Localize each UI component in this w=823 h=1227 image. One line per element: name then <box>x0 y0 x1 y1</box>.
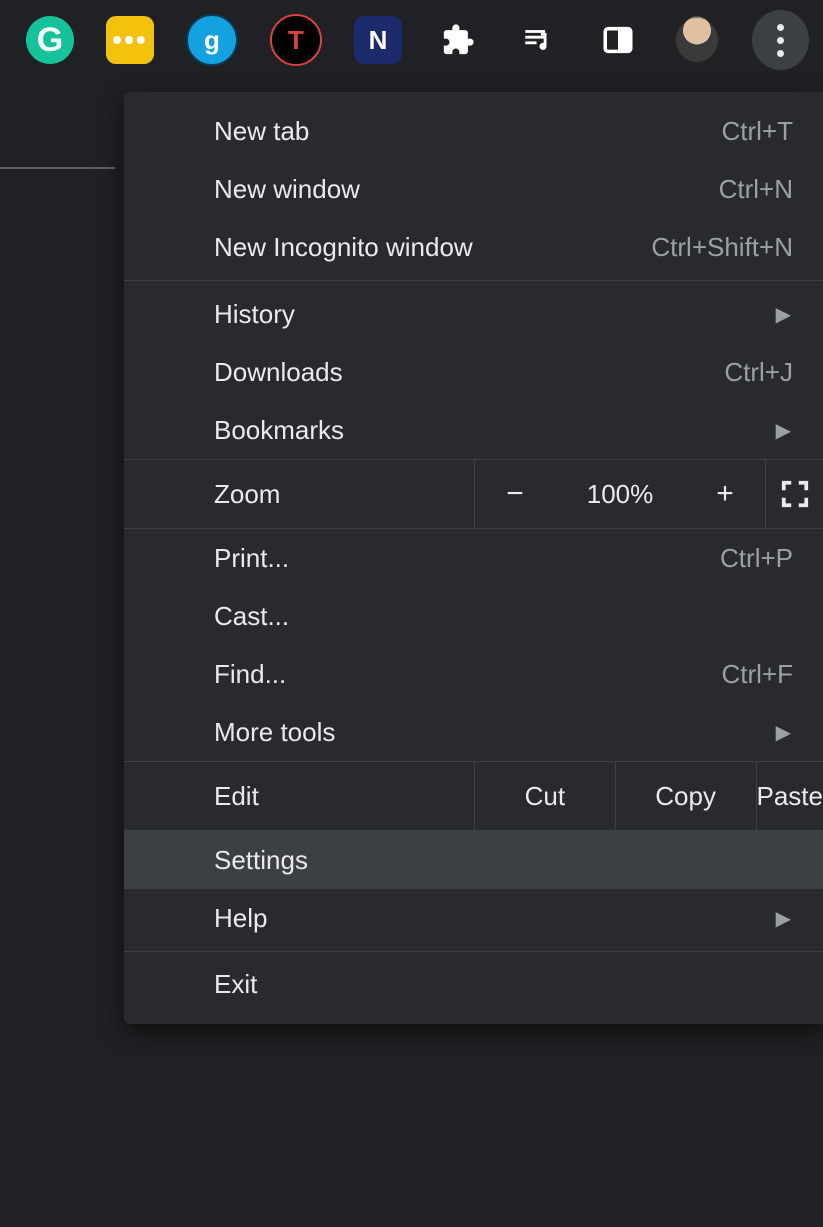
extension-t-icon[interactable]: T <box>270 14 322 66</box>
media-controls-icon[interactable] <box>514 16 562 64</box>
menu-item-exit[interactable]: Exit <box>124 956 823 1024</box>
extension-grammarly-icon[interactable]: G <box>26 16 74 64</box>
menu-shortcut: Ctrl+F <box>722 659 794 690</box>
menu-item-zoom: Zoom − 100% + <box>124 459 823 529</box>
chrome-main-menu: New tab Ctrl+T New window Ctrl+N New Inc… <box>124 92 823 1024</box>
extension-g-icon[interactable]: g <box>186 14 238 66</box>
menu-label: Settings <box>214 845 793 876</box>
zoom-out-button[interactable]: − <box>474 460 555 528</box>
more-menu-button[interactable] <box>752 10 809 70</box>
zoom-value: 100% <box>555 460 685 528</box>
menu-item-bookmarks[interactable]: Bookmarks ▶ <box>124 401 823 459</box>
menu-item-more-tools[interactable]: More tools ▶ <box>124 703 823 761</box>
zoom-label: Zoom <box>124 479 474 510</box>
extension-yellow-icon[interactable]: ••• <box>106 16 154 64</box>
menu-label: History <box>214 299 793 330</box>
menu-label: New window <box>214 174 719 205</box>
menu-item-new-incognito[interactable]: New Incognito window Ctrl+Shift+N <box>124 218 823 276</box>
menu-item-downloads[interactable]: Downloads Ctrl+J <box>124 343 823 401</box>
profile-avatar[interactable] <box>674 16 720 64</box>
edit-cut-button[interactable]: Cut <box>474 762 615 830</box>
menu-separator <box>124 280 823 281</box>
kebab-dot-icon <box>777 50 784 57</box>
menu-label: Help <box>214 903 793 934</box>
kebab-dot-icon <box>777 37 784 44</box>
menu-label: Bookmarks <box>214 415 793 446</box>
kebab-dot-icon <box>777 24 784 31</box>
menu-item-help[interactable]: Help ▶ <box>124 889 823 947</box>
menu-shortcut: Ctrl+J <box>724 357 793 388</box>
menu-shortcut: Ctrl+N <box>719 174 793 205</box>
menu-label: Cast... <box>214 601 793 632</box>
chevron-right-icon: ▶ <box>776 906 791 931</box>
menu-label: New tab <box>214 116 722 147</box>
menu-item-find[interactable]: Find... Ctrl+F <box>124 645 823 703</box>
fullscreen-button[interactable] <box>765 460 823 528</box>
zoom-in-button[interactable]: + <box>685 460 765 528</box>
menu-shortcut: Ctrl+Shift+N <box>651 232 793 263</box>
fullscreen-icon <box>780 479 810 509</box>
menu-label: Find... <box>214 659 722 690</box>
menu-item-print[interactable]: Print... Ctrl+P <box>124 529 823 587</box>
menu-item-cast[interactable]: Cast... <box>124 587 823 645</box>
toolbar-underline <box>0 167 115 169</box>
browser-toolbar: G ••• g T N <box>0 0 823 80</box>
menu-item-edit: Edit Cut Copy Paste <box>124 761 823 831</box>
menu-label: New Incognito window <box>214 232 651 263</box>
extension-n-icon[interactable]: N <box>354 16 402 64</box>
side-panel-icon[interactable] <box>594 16 642 64</box>
menu-shortcut: Ctrl+P <box>720 543 793 574</box>
chevron-right-icon: ▶ <box>776 302 791 327</box>
menu-item-new-tab[interactable]: New tab Ctrl+T <box>124 92 823 160</box>
chevron-right-icon: ▶ <box>776 720 791 745</box>
chevron-right-icon: ▶ <box>776 418 791 443</box>
menu-item-new-window[interactable]: New window Ctrl+N <box>124 160 823 218</box>
menu-item-settings[interactable]: Settings <box>124 831 823 889</box>
menu-label: Print... <box>214 543 720 574</box>
menu-shortcut: Ctrl+T <box>722 116 794 147</box>
extensions-puzzle-icon[interactable] <box>434 16 482 64</box>
menu-label: Downloads <box>214 357 724 388</box>
menu-separator <box>124 951 823 952</box>
edit-copy-button[interactable]: Copy <box>615 762 756 830</box>
menu-label: More tools <box>214 717 793 748</box>
edit-paste-button[interactable]: Paste <box>756 762 823 830</box>
menu-item-history[interactable]: History ▶ <box>124 285 823 343</box>
menu-label: Exit <box>214 969 793 1000</box>
edit-label: Edit <box>124 781 474 812</box>
